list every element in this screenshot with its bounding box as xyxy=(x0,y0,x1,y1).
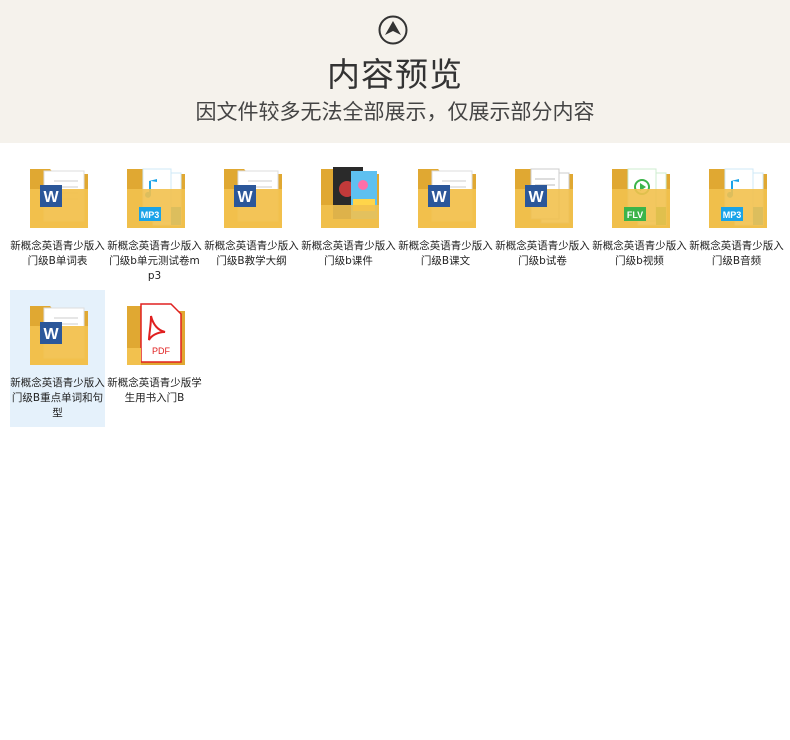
file-name: 新概念英语青少版入门级B重点单词和句型 xyxy=(10,377,105,419)
file-name: 新概念英语青少版学生用书入门B xyxy=(107,377,202,404)
file-item[interactable]: W 新概念英语青少版入门级B课文 xyxy=(398,153,493,290)
mp3-folder-icon: MP3 xyxy=(709,168,767,228)
file-item[interactable]: 新概念英语青少版入门级b课件 xyxy=(301,153,396,290)
page-subtitle: 因文件较多无法全部展示，仅展示部分内容 xyxy=(195,100,595,124)
file-item[interactable]: FLV 新概念英语青少版入门级b视频 xyxy=(592,153,687,290)
svg-text:MP3: MP3 xyxy=(723,210,742,220)
file-item[interactable]: W 新概念英语青少版入门级B教学大纲 xyxy=(204,153,299,290)
file-name: 新概念英语青少版入门级b课件 xyxy=(301,240,396,267)
file-item[interactable]: PDF 新概念英语青少版学生用书入门B xyxy=(107,290,202,427)
svg-text:W: W xyxy=(237,189,253,206)
word-folder-icon: W xyxy=(30,306,88,365)
flv-folder-icon: FLV xyxy=(612,168,670,228)
word-folder-icon: W W xyxy=(30,169,88,228)
svg-text:W: W xyxy=(43,326,59,343)
svg-text:W: W xyxy=(528,189,544,206)
file-item[interactable]: W 新概念英语青少版入门级b试卷 xyxy=(495,153,590,290)
file-name: 新概念英语青少版入门级B教学大纲 xyxy=(204,240,299,267)
file-name: 新概念英语青少版入门级B音频 xyxy=(689,240,784,267)
file-name: 新概念英语青少版入门级b试卷 xyxy=(495,240,590,267)
file-item-selected[interactable]: W 新概念英语青少版入门级B重点单词和句型 xyxy=(10,290,105,427)
file-item[interactable]: MP3 新概念英语青少版入门级b单元测试卷mp3 xyxy=(107,153,202,290)
document-folder-icon: W xyxy=(515,168,573,228)
image-folder-icon xyxy=(321,167,379,228)
svg-text:W: W xyxy=(431,189,447,206)
svg-text:PDF: PDF xyxy=(152,346,171,356)
word-folder-icon: W xyxy=(224,169,282,228)
preview-header: 内容预览 因文件较多无法全部展示，仅展示部分内容 xyxy=(0,0,790,143)
file-name: 新概念英语青少版入门级b单元测试卷mp3 xyxy=(107,240,202,282)
svg-text:MP3: MP3 xyxy=(141,210,160,220)
file-name: 新概念英语青少版入门级B单词表 xyxy=(10,240,105,267)
svg-text:FLV: FLV xyxy=(627,210,643,220)
word-folder-icon: W xyxy=(418,169,476,228)
file-name: 新概念英语青少版入门级B课文 xyxy=(398,240,493,267)
page-title: 内容预览 xyxy=(327,55,463,94)
pdf-folder-icon: PDF xyxy=(127,303,185,365)
file-item[interactable]: W W 新概念英语青少版入门级B单词表 xyxy=(10,153,105,290)
collapse-up-icon[interactable] xyxy=(378,15,408,45)
file-name: 新概念英语青少版入门级b视频 xyxy=(592,240,687,267)
mp3-folder-icon: MP3 xyxy=(127,168,185,228)
file-item[interactable]: MP3 新概念英语青少版入门级B音频 xyxy=(689,153,784,290)
svg-text:W: W xyxy=(43,189,59,206)
